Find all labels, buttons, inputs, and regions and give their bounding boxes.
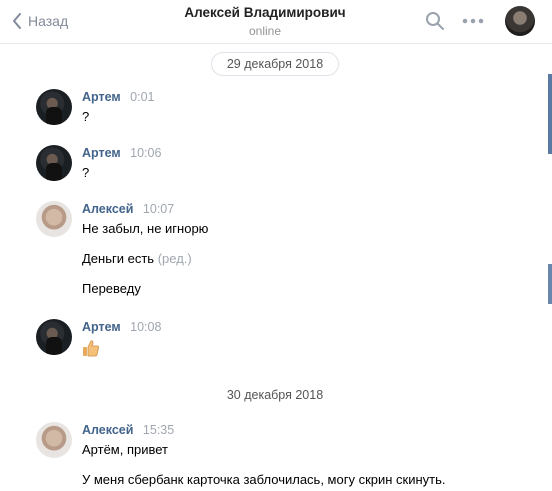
avatar[interactable]	[36, 145, 72, 181]
back-button[interactable]: Назад	[12, 10, 68, 32]
message-time[interactable]: 15:35	[143, 423, 174, 437]
chat-header: Назад Алексей Владимирович online	[0, 0, 552, 44]
message-text: Не забыл, не игнорю	[82, 221, 209, 236]
avatar[interactable]	[36, 89, 72, 125]
sender-name[interactable]: Артем	[82, 320, 121, 334]
avatar[interactable]	[36, 319, 72, 355]
message-text: У меня сбербанк карточка заблочилась, мо…	[82, 472, 446, 487]
sender-name[interactable]: Алексей	[82, 423, 133, 437]
date-separator: 30 декабря 2018	[226, 388, 324, 402]
message-text: Деньги есть (ред.)	[82, 250, 522, 268]
sender-name[interactable]: Артем	[82, 146, 121, 160]
message-time[interactable]: 0:01	[130, 90, 154, 104]
contact-avatar[interactable]	[505, 6, 535, 36]
avatar[interactable]	[36, 422, 72, 458]
online-status: online	[248, 24, 282, 38]
sender-name[interactable]: Алексей	[82, 202, 133, 216]
sender-name[interactable]: Артем	[82, 90, 121, 104]
message-text: Артём, привет	[82, 442, 169, 457]
message-time[interactable]: 10:08	[130, 320, 161, 334]
edited-label: (ред.)	[157, 251, 192, 266]
message-text: Переведу	[82, 281, 141, 296]
side-strip	[548, 44, 552, 491]
back-label: Назад	[28, 13, 69, 29]
thumbs-up-icon	[83, 340, 99, 357]
date-separator: 29 декабря 2018	[211, 52, 339, 76]
chat-title-block[interactable]: Алексей Владимирович online	[150, 5, 380, 38]
message-text-part: Деньги есть	[82, 251, 155, 266]
chat-title: Алексей Владимирович	[184, 5, 346, 20]
message-time[interactable]: 10:07	[143, 202, 174, 216]
message-text: ?	[82, 109, 90, 124]
message-text: ?	[82, 165, 90, 180]
chevron-left-icon	[13, 13, 21, 29]
message-time[interactable]: 10:06	[130, 146, 161, 160]
more-icon[interactable]	[462, 18, 484, 24]
avatar[interactable]	[36, 201, 72, 237]
search-icon[interactable]	[425, 11, 445, 31]
